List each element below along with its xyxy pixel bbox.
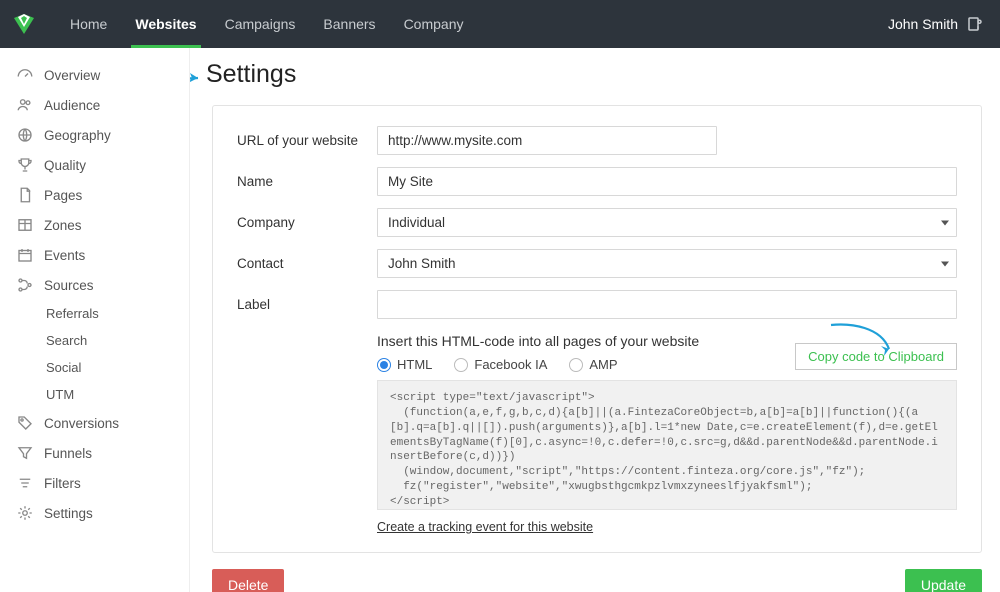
nav-label: Home bbox=[70, 16, 107, 32]
sidebar-item-label: Funnels bbox=[44, 446, 92, 461]
sidebar-item-label: UTM bbox=[46, 387, 74, 402]
user-icon bbox=[966, 15, 984, 33]
trophy-icon bbox=[16, 156, 34, 174]
radio-dot-icon bbox=[569, 358, 583, 372]
sidebar-item-referrals[interactable]: Referrals bbox=[0, 300, 189, 327]
company-value[interactable] bbox=[377, 208, 957, 237]
sidebar-item-settings[interactable]: Settings bbox=[0, 498, 189, 528]
footer-actions: Delete Update bbox=[212, 569, 982, 592]
contact-select[interactable] bbox=[377, 249, 957, 278]
nav-banners[interactable]: Banners bbox=[309, 0, 389, 48]
sidebar-item-quality[interactable]: Quality bbox=[0, 150, 189, 180]
top-nav: Home Websites Campaigns Banners Company … bbox=[0, 0, 1000, 48]
nav-websites[interactable]: Websites bbox=[121, 0, 210, 48]
page-icon bbox=[16, 186, 34, 204]
copy-code-button[interactable]: Copy code to Clipboard bbox=[795, 343, 957, 370]
sidebar-item-label: Quality bbox=[44, 158, 86, 173]
sidebar-item-label: Referrals bbox=[46, 306, 99, 321]
funnel-icon bbox=[16, 444, 34, 462]
tracking-event-link[interactable]: Create a tracking event for this website bbox=[377, 520, 593, 534]
company-select[interactable] bbox=[377, 208, 957, 237]
radio-dot-icon bbox=[377, 358, 391, 372]
sidebar-item-label: Overview bbox=[44, 68, 100, 83]
calendar-icon bbox=[16, 246, 34, 264]
nav-label: Websites bbox=[135, 16, 196, 32]
branch-icon bbox=[16, 276, 34, 294]
sidebar-item-label: Geography bbox=[44, 128, 111, 143]
globe-icon bbox=[16, 126, 34, 144]
nav-campaigns[interactable]: Campaigns bbox=[211, 0, 310, 48]
nav-home[interactable]: Home bbox=[56, 0, 121, 48]
sidebar-item-label: Audience bbox=[44, 98, 100, 113]
main-content: Settings URL of your website Name Compan… bbox=[190, 48, 1000, 592]
logo-icon bbox=[12, 12, 36, 36]
name-label: Name bbox=[237, 174, 377, 189]
sidebar-item-label: Social bbox=[46, 360, 81, 375]
name-input[interactable] bbox=[377, 167, 957, 196]
code-snippet[interactable]: <script type="text/javascript"> (functio… bbox=[377, 380, 957, 510]
delete-button[interactable]: Delete bbox=[212, 569, 284, 592]
sidebar-item-audience[interactable]: Audience bbox=[0, 90, 189, 120]
user-name: John Smith bbox=[888, 16, 958, 32]
people-icon bbox=[16, 96, 34, 114]
nav-label: Company bbox=[404, 16, 464, 32]
sidebar-item-geography[interactable]: Geography bbox=[0, 120, 189, 150]
sidebar-item-label: Settings bbox=[44, 506, 93, 521]
url-label: URL of your website bbox=[237, 133, 377, 148]
radio-label: HTML bbox=[397, 357, 432, 372]
label-input[interactable] bbox=[377, 290, 957, 319]
contact-label: Contact bbox=[237, 256, 377, 271]
nav-company[interactable]: Company bbox=[390, 0, 478, 48]
contact-value[interactable] bbox=[377, 249, 957, 278]
sidebar-item-label: Pages bbox=[44, 188, 82, 203]
sidebar-item-utm[interactable]: UTM bbox=[0, 381, 189, 408]
tag-icon bbox=[16, 414, 34, 432]
radio-facebook-ia[interactable]: Facebook IA bbox=[454, 357, 547, 372]
update-button[interactable]: Update bbox=[905, 569, 982, 592]
radio-label: Facebook IA bbox=[474, 357, 547, 372]
radio-dot-icon bbox=[454, 358, 468, 372]
label-label: Label bbox=[237, 297, 377, 312]
settings-card: URL of your website Name Company Contact bbox=[212, 105, 982, 553]
radio-label: AMP bbox=[589, 357, 617, 372]
radio-html[interactable]: HTML bbox=[377, 357, 432, 372]
company-label: Company bbox=[237, 215, 377, 230]
radio-amp[interactable]: AMP bbox=[569, 357, 617, 372]
nav-label: Campaigns bbox=[225, 16, 296, 32]
sidebar-item-overview[interactable]: Overview bbox=[0, 60, 189, 90]
sidebar-item-zones[interactable]: Zones bbox=[0, 210, 189, 240]
sidebar: Overview Audience Geography Quality Page… bbox=[0, 48, 190, 592]
sliders-icon bbox=[16, 474, 34, 492]
sidebar-item-label: Filters bbox=[44, 476, 81, 491]
sidebar-item-social[interactable]: Social bbox=[0, 354, 189, 381]
nav-label: Banners bbox=[323, 16, 375, 32]
sidebar-item-label: Sources bbox=[44, 278, 94, 293]
sidebar-item-label: Events bbox=[44, 248, 85, 263]
grid-icon bbox=[16, 216, 34, 234]
sidebar-item-funnels[interactable]: Funnels bbox=[0, 438, 189, 468]
sidebar-item-sources[interactable]: Sources bbox=[0, 270, 189, 300]
sidebar-item-pages[interactable]: Pages bbox=[0, 180, 189, 210]
speedometer-icon bbox=[16, 66, 34, 84]
sidebar-item-filters[interactable]: Filters bbox=[0, 468, 189, 498]
sidebar-item-events[interactable]: Events bbox=[0, 240, 189, 270]
url-input[interactable] bbox=[377, 126, 717, 155]
radio-group: HTML Facebook IA AMP Copy code to Clipbo… bbox=[377, 357, 957, 372]
sidebar-item-label: Zones bbox=[44, 218, 82, 233]
user-menu[interactable]: John Smith bbox=[888, 15, 988, 33]
sidebar-item-label: Search bbox=[46, 333, 87, 348]
sidebar-item-label: Conversions bbox=[44, 416, 119, 431]
sidebar-item-conversions[interactable]: Conversions bbox=[0, 408, 189, 438]
page-title: Settings bbox=[206, 60, 982, 89]
gear-icon bbox=[16, 504, 34, 522]
sidebar-item-search[interactable]: Search bbox=[0, 327, 189, 354]
